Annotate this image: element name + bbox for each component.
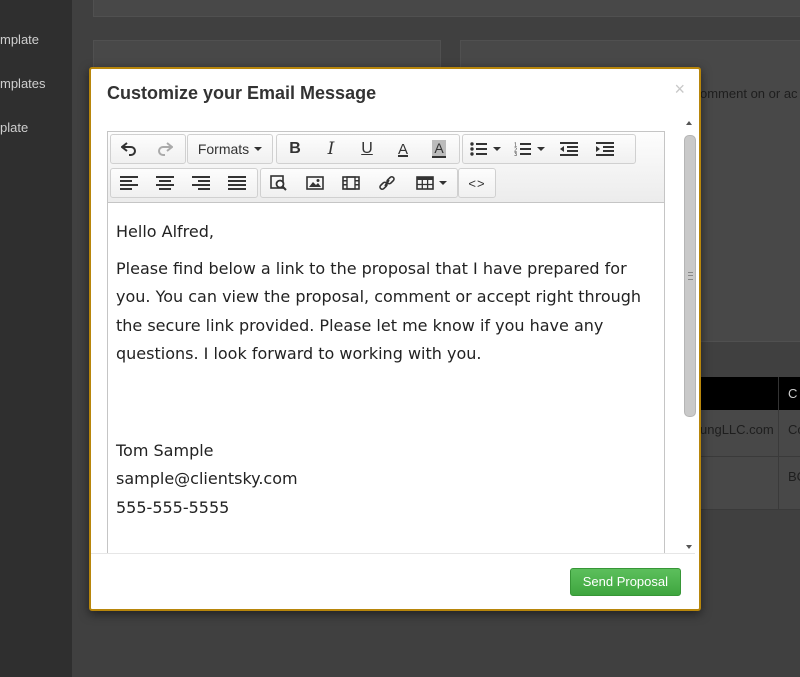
link-icon[interactable] <box>369 169 405 197</box>
italic-button[interactable]: I <box>313 135 349 163</box>
table-cell: Co <box>788 422 800 437</box>
signature-phone: 555-555-5555 <box>116 497 230 517</box>
background-table-header: C <box>700 377 800 410</box>
outdent-icon[interactable] <box>551 135 587 163</box>
send-proposal-button[interactable]: Send Proposal <box>569 568 681 596</box>
scroll-down-icon[interactable] <box>686 545 692 549</box>
background-top-panel <box>93 0 800 17</box>
text-style-group: B I U A A <box>276 134 460 164</box>
signature-name: Tom Sample <box>116 440 214 460</box>
align-center-icon[interactable] <box>147 169 183 197</box>
list-indent-group: 123 <box>462 134 636 164</box>
email-modal: Customize your Email Message × Formats B… <box>89 67 701 611</box>
underline-button[interactable]: U <box>349 135 385 163</box>
background-sidebar: mplate mplates plate <box>0 0 72 677</box>
image-icon[interactable] <box>297 169 333 197</box>
bullet-list-icon[interactable] <box>463 135 507 163</box>
table-cell: BC <box>788 469 800 484</box>
sidebar-item-plate[interactable]: plate <box>0 120 28 135</box>
video-icon[interactable] <box>333 169 369 197</box>
close-icon[interactable]: × <box>674 79 685 100</box>
background-table-header-cell: C <box>788 386 798 401</box>
background-color-label: A <box>432 140 446 158</box>
editor-toolbar: Formats B I U A A 123 <> <box>108 132 664 203</box>
code-group: <> <box>458 168 496 198</box>
background-panel-text: omment on or ac <box>700 86 798 101</box>
table-row: BC <box>700 457 800 510</box>
table-icon[interactable] <box>405 169 457 197</box>
modal-footer: Send Proposal <box>91 553 695 608</box>
email-body: Please find below a link to the proposal… <box>116 258 642 364</box>
align-justify-icon[interactable] <box>219 169 255 197</box>
rich-text-editor: Formats B I U A A 123 <> Hello Alfred, P… <box>107 131 665 561</box>
modal-title: Customize your Email Message <box>107 83 377 103</box>
formats-dropdown[interactable]: Formats <box>188 135 272 163</box>
history-group <box>110 134 186 164</box>
bold-button[interactable]: B <box>277 135 313 163</box>
signature-email: sample@clientsky.com <box>116 469 298 488</box>
indent-icon[interactable] <box>587 135 623 163</box>
source-code-button[interactable]: <> <box>459 169 495 197</box>
svg-text:3: 3 <box>514 152 517 156</box>
modal-scrollbar[interactable] <box>683 117 697 553</box>
background-color-button[interactable]: A <box>421 135 457 163</box>
chevron-down-icon <box>254 147 263 151</box>
email-greeting: Hello Alfred, <box>116 222 214 241</box>
scrollbar-thumb[interactable] <box>684 135 696 417</box>
editor-content[interactable]: Hello Alfred, Please find below a link t… <box>108 202 664 562</box>
align-left-icon[interactable] <box>111 169 147 197</box>
numbered-list-icon[interactable]: 123 <box>507 135 551 163</box>
text-color-button[interactable]: A <box>385 135 421 163</box>
scroll-up-icon[interactable] <box>686 121 692 125</box>
formats-label: Formats <box>197 141 250 157</box>
table-row: ungLLC.com Co <box>700 410 800 457</box>
align-right-icon[interactable] <box>183 169 219 197</box>
alignment-group <box>110 168 258 198</box>
undo-icon[interactable] <box>111 135 147 163</box>
redo-icon[interactable] <box>147 135 183 163</box>
sidebar-item-template[interactable]: mplate <box>0 32 39 47</box>
formats-group: Formats <box>187 134 273 164</box>
table-cell: ungLLC.com <box>700 422 774 437</box>
sidebar-item-templates[interactable]: mplates <box>0 76 46 91</box>
search-replace-icon[interactable] <box>261 169 297 197</box>
insert-group <box>260 168 458 198</box>
